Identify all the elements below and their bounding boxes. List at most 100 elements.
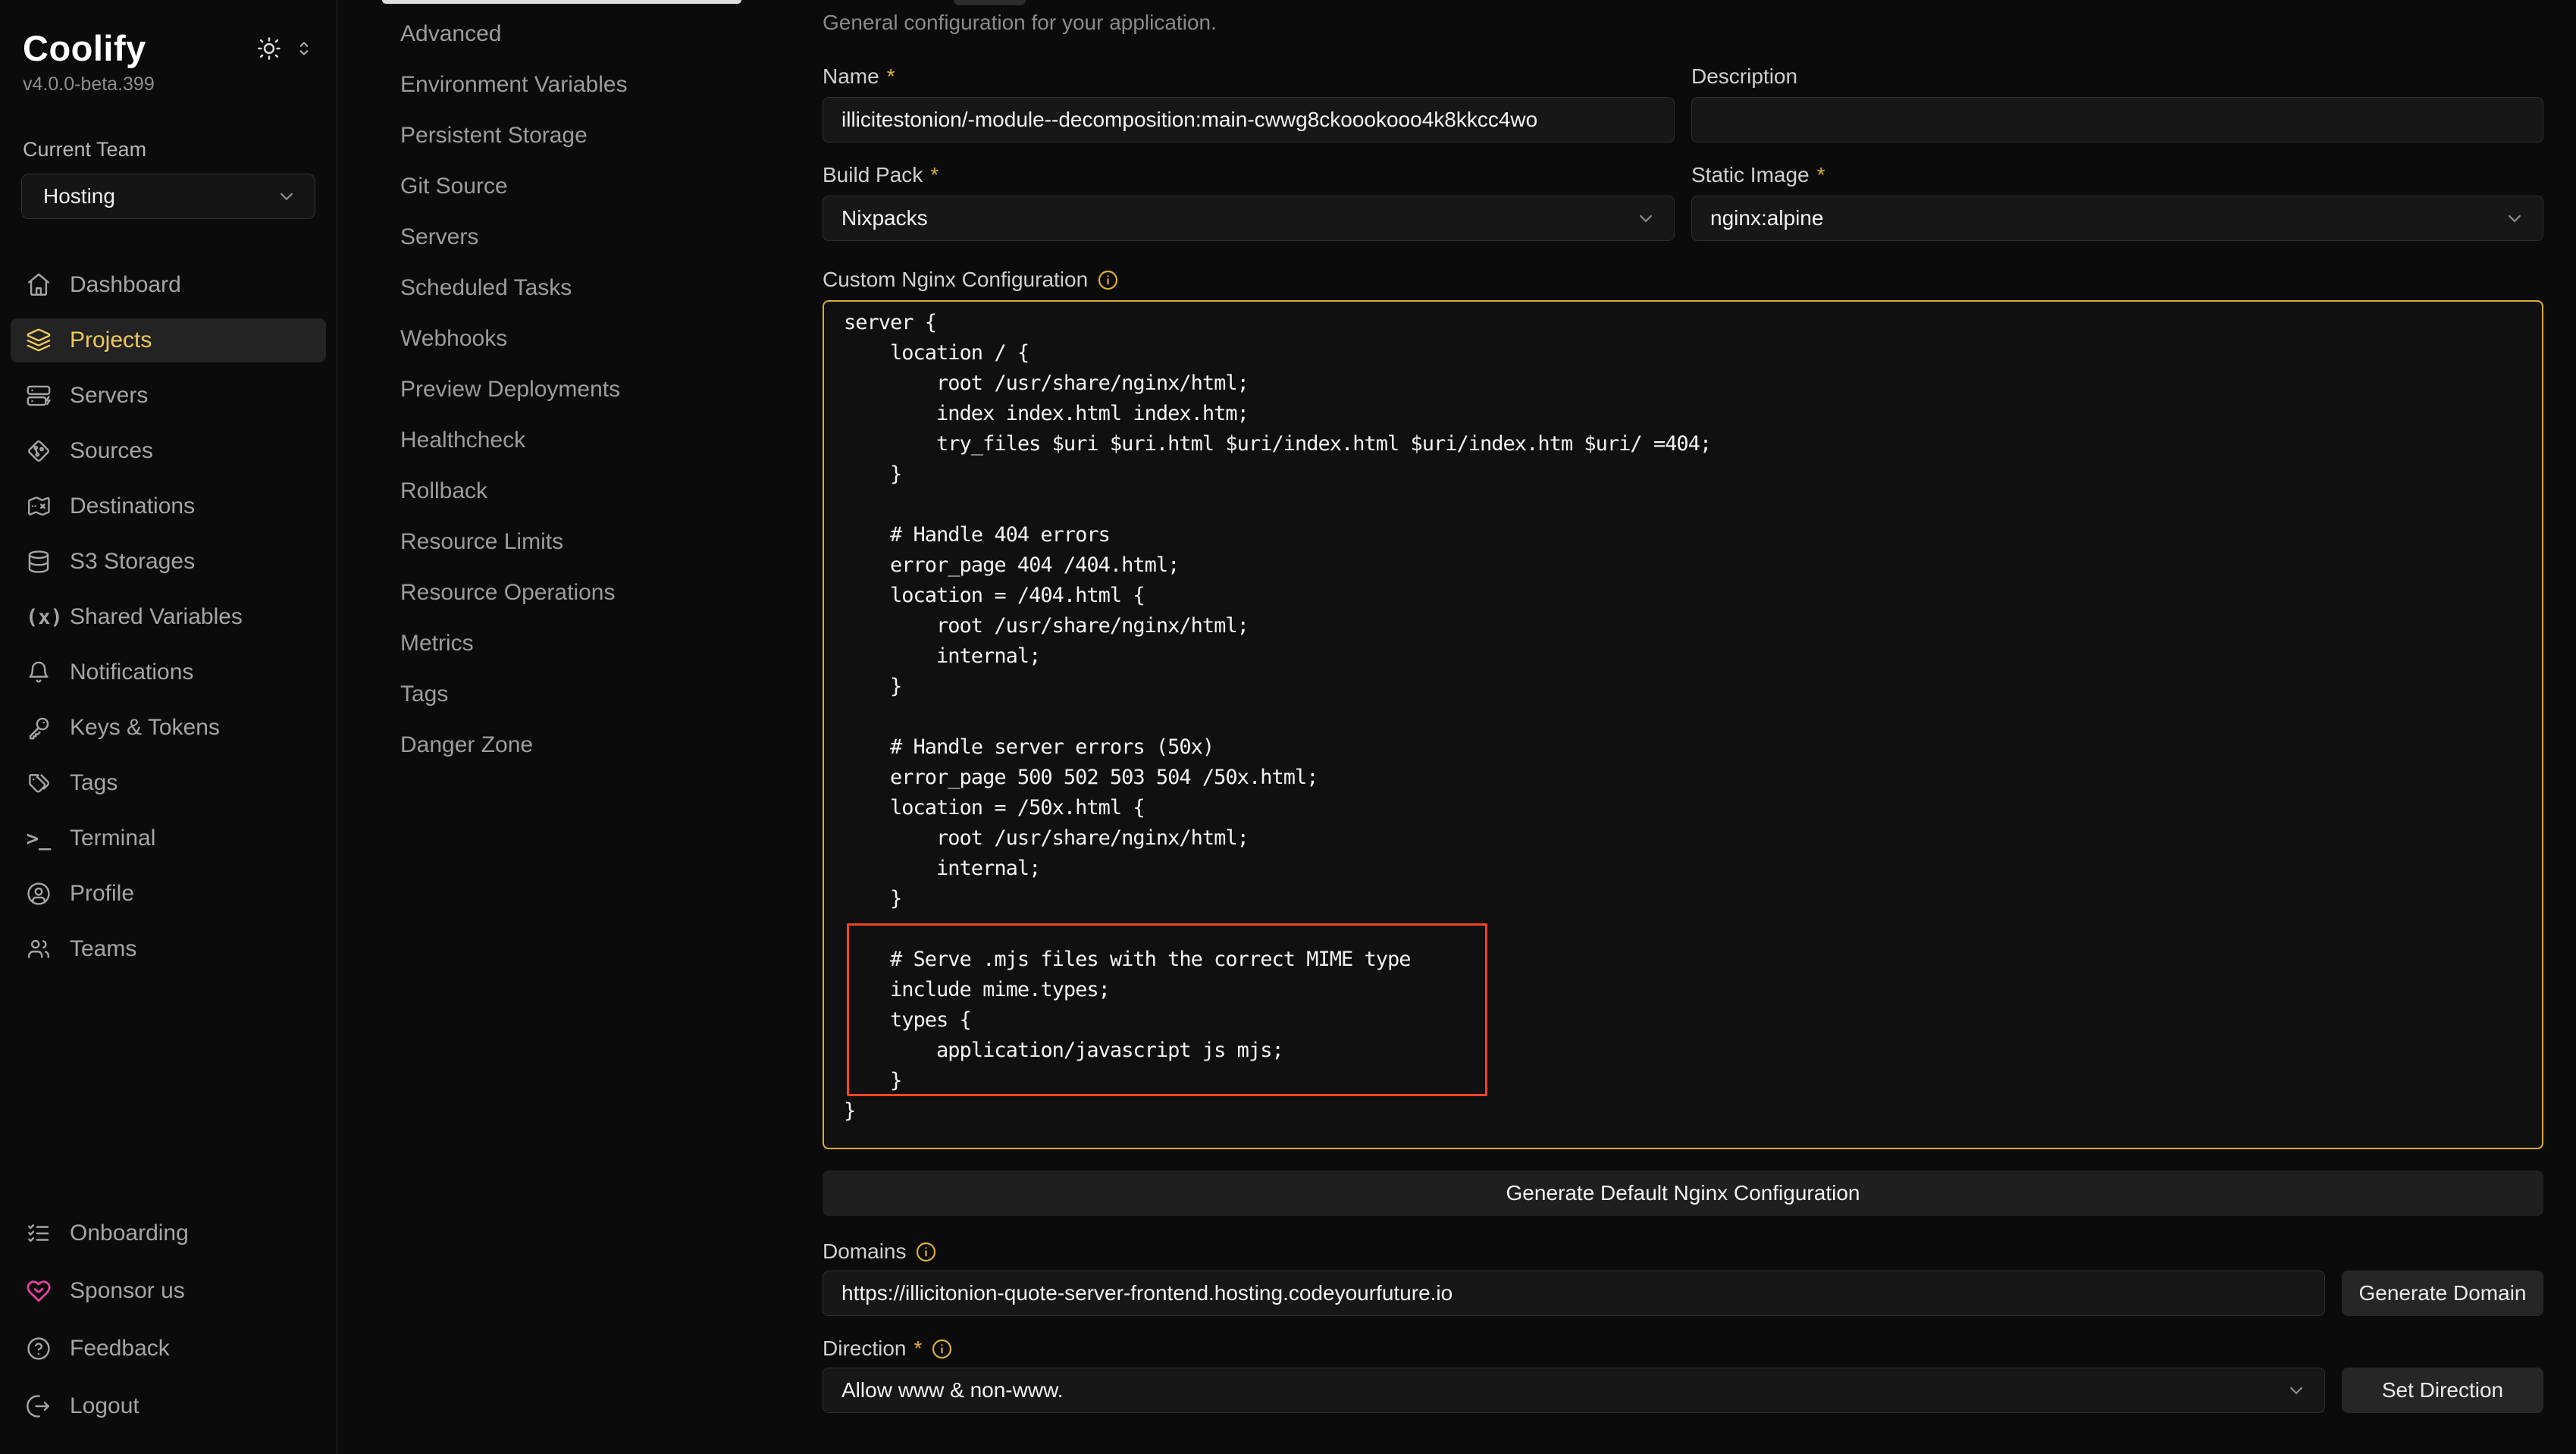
app-version: v4.0.0-beta.399 <box>23 74 314 96</box>
sidebar-item-tags[interactable]: Tags <box>11 761 326 805</box>
nginx-config-editor[interactable]: server { location / { root /usr/share/ng… <box>823 300 2543 1149</box>
info-icon[interactable] <box>931 1338 953 1360</box>
subnav-item-advanced[interactable]: Advanced <box>338 17 796 52</box>
description-input[interactable] <box>1691 97 2543 143</box>
nginx-config-label: Custom Nginx Configuration <box>823 267 2543 293</box>
required-mark: * <box>914 1336 922 1361</box>
generate-default-nginx-button[interactable]: Generate Default Nginx Configuration <box>823 1170 2543 1216</box>
terminal-icon: >_ <box>26 827 52 851</box>
logout-icon <box>26 1393 52 1419</box>
checklist-icon <box>26 1221 52 1246</box>
subnav-item-webhooks[interactable]: Webhooks <box>338 321 796 356</box>
sidebar-item-logout[interactable]: Logout <box>11 1384 326 1428</box>
sidebar-footer: Onboarding Sponsor us Feedback Logout <box>0 1211 337 1454</box>
sidebar-item-dashboard[interactable]: Dashboard <box>11 263 326 307</box>
sidebar-item-label: Keys & Tokens <box>70 715 220 741</box>
settings-subnav: Advanced Environment Variables Persisten… <box>338 0 796 1454</box>
sidebar-item-profile[interactable]: Profile <box>11 872 326 916</box>
sidebar-item-notifications[interactable]: Notifications <box>11 650 326 694</box>
sidebar-item-label: Profile <box>70 881 134 907</box>
database-icon <box>26 549 52 575</box>
subnav-item-environment-variables[interactable]: Environment Variables <box>338 67 796 102</box>
sidebar-item-label: Destinations <box>70 494 195 519</box>
static-image-label: Static Image* <box>1691 162 2543 188</box>
info-icon[interactable] <box>1097 269 1119 291</box>
app-sidebar: Coolify v4.0.0-beta.399 Current Team Hos… <box>0 0 337 1454</box>
active-item-partial[interactable] <box>382 0 741 4</box>
sidebar-item-destinations[interactable]: Destinations <box>11 484 326 528</box>
subnav-item-healthcheck[interactable]: Healthcheck <box>338 423 796 458</box>
subnav-item-servers[interactable]: Servers <box>338 220 796 255</box>
sidebar-item-label: Servers <box>70 383 148 409</box>
nginx-config-code[interactable]: server { location / { root /usr/share/ng… <box>824 302 2542 1149</box>
sidebar-item-label: Teams <box>70 936 136 962</box>
sidebar-item-projects[interactable]: Projects <box>11 318 326 362</box>
subnav-item-danger-zone[interactable]: Danger Zone <box>338 728 796 763</box>
chevron-down-icon <box>2503 207 2526 230</box>
sidebar-item-label: Onboarding <box>70 1221 189 1246</box>
team-select-value: Hosting <box>43 184 275 208</box>
domains-label: Domains <box>823 1239 2543 1264</box>
page-subtitle: General configuration for your applicati… <box>823 11 2543 38</box>
subnav-item-resource-operations[interactable]: Resource Operations <box>338 575 796 610</box>
subnav-item-scheduled-tasks[interactable]: Scheduled Tasks <box>338 271 796 306</box>
subnav-item-persistent-storage[interactable]: Persistent Storage <box>338 118 796 153</box>
chevron-down-icon <box>2285 1379 2308 1402</box>
required-mark: * <box>930 163 939 187</box>
sun-icon[interactable] <box>256 36 282 61</box>
app-logo: Coolify <box>23 27 256 69</box>
chevron-down-icon <box>275 185 298 208</box>
sidebar-item-label: Logout <box>70 1393 139 1419</box>
sidebar-item-feedback[interactable]: Feedback <box>11 1327 326 1371</box>
required-mark: * <box>887 64 895 89</box>
generate-domain-button[interactable]: Generate Domain <box>2342 1271 2543 1316</box>
build-pack-field-group: Build Pack* Nixpacks <box>823 162 1675 241</box>
name-field-group: Name* <box>823 64 1675 143</box>
static-image-value: nginx:alpine <box>1710 206 2503 230</box>
sidebar-item-shared-variables[interactable]: (x) Shared Variables <box>11 595 326 639</box>
static-image-select[interactable]: nginx:alpine <box>1691 196 2543 241</box>
sidebar-item-teams[interactable]: Teams <box>11 927 326 971</box>
home-icon <box>26 272 52 298</box>
info-icon[interactable] <box>915 1241 937 1263</box>
build-pack-select[interactable]: Nixpacks <box>823 196 1675 241</box>
key-icon <box>26 715 52 741</box>
server-icon <box>26 383 52 409</box>
sidebar-item-label: Notifications <box>70 660 193 685</box>
static-image-field-group: Static Image* nginx:alpine <box>1691 162 2543 241</box>
bell-icon <box>26 660 52 685</box>
set-direction-button[interactable]: Set Direction <box>2342 1368 2543 1413</box>
name-label: Name* <box>823 64 1675 89</box>
description-field-group: Description <box>1691 64 2543 143</box>
team-select[interactable]: Hosting <box>21 174 315 219</box>
sidebar-item-label: Shared Variables <box>70 604 243 630</box>
sidebar-item-sponsor[interactable]: Sponsor us <box>11 1269 326 1313</box>
users-icon <box>26 936 52 962</box>
build-pack-value: Nixpacks <box>841 206 1634 230</box>
subnav-item-rollback[interactable]: Rollback <box>338 474 796 509</box>
sidebar-item-servers[interactable]: Servers <box>11 374 326 418</box>
subnav-item-resource-limits[interactable]: Resource Limits <box>338 525 796 559</box>
sidebar-item-terminal[interactable]: >_ Terminal <box>11 816 326 860</box>
subnav-item-metrics[interactable]: Metrics <box>338 626 796 661</box>
user-icon <box>26 881 52 907</box>
chevron-updown-icon[interactable] <box>294 39 314 58</box>
subnav-item-git-source[interactable]: Git Source <box>338 169 796 204</box>
sidebar-item-label: Dashboard <box>70 272 181 298</box>
tags-icon <box>26 770 52 796</box>
sidebar-item-sources[interactable]: Sources <box>11 429 326 473</box>
subnav-item-preview-deployments[interactable]: Preview Deployments <box>338 372 796 407</box>
general-settings-panel: General configuration for your applicati… <box>796 0 2576 1454</box>
map-icon <box>26 494 52 519</box>
direction-label: Direction* <box>823 1336 2543 1362</box>
domains-input[interactable] <box>823 1271 2325 1316</box>
sidebar-item-label: Terminal <box>70 826 155 851</box>
direction-select[interactable]: Allow www & non-www. <box>823 1368 2325 1413</box>
sidebar-item-onboarding[interactable]: Onboarding <box>11 1211 326 1255</box>
clipped-top-element <box>954 0 1026 5</box>
sidebar-item-s3-storages[interactable]: S3 Storages <box>11 540 326 584</box>
sidebar-nav: Dashboard Projects Servers Sources Desti… <box>0 263 337 982</box>
subnav-item-tags[interactable]: Tags <box>338 677 796 712</box>
sidebar-item-keys-tokens[interactable]: Keys & Tokens <box>11 706 326 750</box>
name-input[interactable] <box>823 97 1675 143</box>
